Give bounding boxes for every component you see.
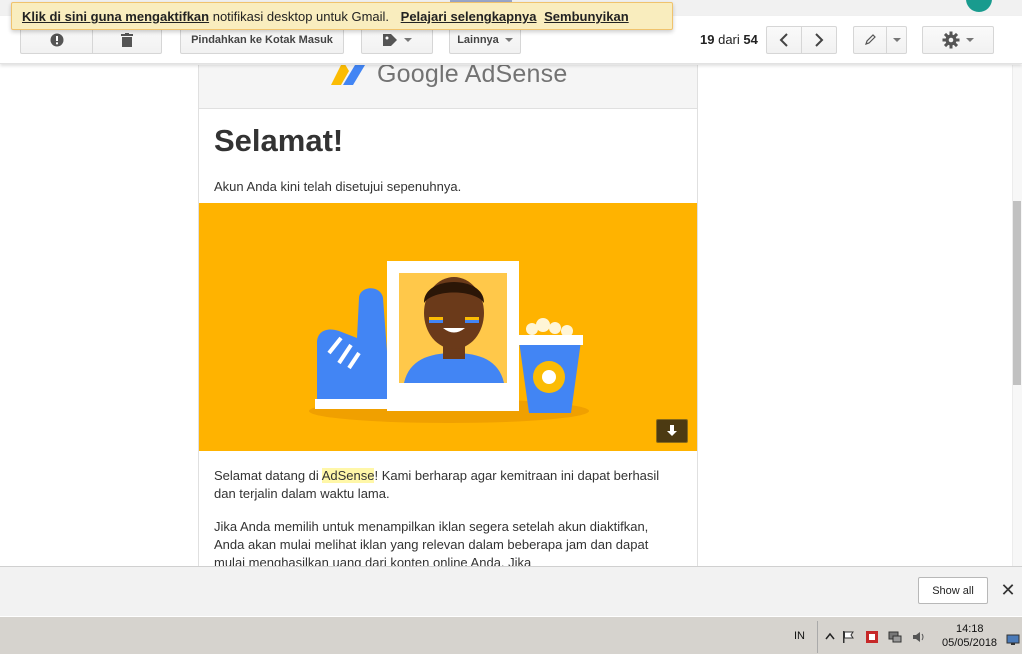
network-icon[interactable]	[888, 630, 902, 644]
email-heading: Selamat!	[214, 123, 344, 158]
para1-text-before: Selamat datang di	[214, 468, 322, 483]
notification-message: notifikasi desktop untuk Gmail.	[212, 9, 390, 24]
chevron-down-icon	[892, 38, 901, 42]
clock-date[interactable]: 05/05/2018	[942, 637, 997, 649]
close-shelf-icon[interactable]: ✕	[998, 580, 1018, 600]
shield-icon[interactable]	[865, 630, 879, 644]
show-all-downloads-button[interactable]: Show all	[918, 577, 988, 604]
chevron-right-icon	[815, 33, 824, 47]
email-header-banner: Google AdSense	[199, 65, 697, 109]
language-indicator[interactable]: IN	[794, 630, 805, 642]
move-to-inbox-label: Pindahkan ke Kotak Masuk	[191, 34, 333, 46]
celebration-illustration	[309, 261, 589, 423]
download-icon	[667, 425, 677, 436]
chevron-left-icon	[779, 33, 788, 47]
report-spam-button[interactable]	[20, 26, 92, 54]
page-scrollbar[interactable]	[1012, 65, 1022, 566]
show-hidden-icons-icon[interactable]	[823, 630, 837, 644]
pager-total: 54	[743, 32, 758, 47]
monitor-icon[interactable]	[1006, 633, 1020, 647]
chevron-down-icon	[966, 38, 974, 42]
label-icon	[383, 34, 397, 46]
enable-notifications-link[interactable]: Klik di sini guna mengaktifkan	[22, 9, 209, 24]
adsense-logo: Google AdSense	[331, 65, 567, 91]
download-shelf: Show all ✕	[0, 566, 1022, 616]
adsense-highlight: AdSense	[321, 468, 375, 483]
message-view: Google AdSense Selamat! Akun Anda kini t…	[0, 65, 1022, 566]
volume-icon[interactable]	[912, 630, 926, 644]
hide-notification-link[interactable]: Sembunyikan	[544, 9, 629, 24]
clock-time[interactable]: 14:18	[956, 623, 984, 635]
pager-current: 19	[700, 32, 715, 47]
system-tray: 14:18 05/05/2018	[817, 621, 1022, 653]
flag-icon[interactable]	[841, 630, 855, 644]
hero-illustration	[199, 203, 697, 451]
welcome-paragraph: Selamat datang di AdSense! Kami berharap…	[214, 467, 674, 503]
learn-more-link[interactable]: Pelajari selengkapnya	[401, 9, 537, 24]
gear-icon	[942, 31, 960, 49]
taskbar: IN 14:18 05/05/2018	[0, 616, 1022, 654]
move-to-inbox-button[interactable]: Pindahkan ke Kotak Masuk	[180, 26, 344, 54]
delete-button[interactable]	[92, 26, 162, 54]
scrollbar-thumb[interactable]	[1013, 201, 1021, 385]
pager-of: dari	[718, 32, 740, 47]
input-tools-button[interactable]	[853, 26, 887, 54]
avatar[interactable]	[966, 0, 992, 12]
more-button[interactable]: Lainnya	[449, 26, 521, 54]
download-image-button[interactable]	[656, 419, 688, 443]
pencil-icon	[865, 34, 876, 45]
email-subline: Akun Anda kini telah disetujui sepenuhny…	[214, 179, 462, 194]
foam-finger-icon	[315, 288, 395, 409]
adsense-logo-mark-icon	[331, 65, 365, 85]
more-label: Lainnya	[457, 34, 499, 46]
delete-icon	[121, 33, 133, 47]
input-tools-dropdown[interactable]	[886, 26, 907, 54]
adsense-logo-text: Google AdSense	[377, 65, 568, 88]
chevron-down-icon	[504, 38, 513, 42]
chevron-down-icon	[404, 38, 412, 42]
desktop-notification-bar: Klik di sini guna mengaktifkan notifikas…	[11, 2, 673, 30]
settings-button[interactable]	[922, 26, 994, 54]
report-spam-icon	[50, 33, 63, 47]
pager-count: 19 dari 54	[700, 32, 758, 47]
popcorn-icon	[517, 318, 583, 413]
newer-button[interactable]	[766, 26, 802, 54]
ads-info-paragraph: Jika Anda memilih untuk menampilkan ikla…	[214, 519, 649, 566]
labels-button[interactable]	[361, 26, 433, 54]
email-body: Google AdSense Selamat! Akun Anda kini t…	[198, 65, 698, 566]
older-button[interactable]	[801, 26, 837, 54]
